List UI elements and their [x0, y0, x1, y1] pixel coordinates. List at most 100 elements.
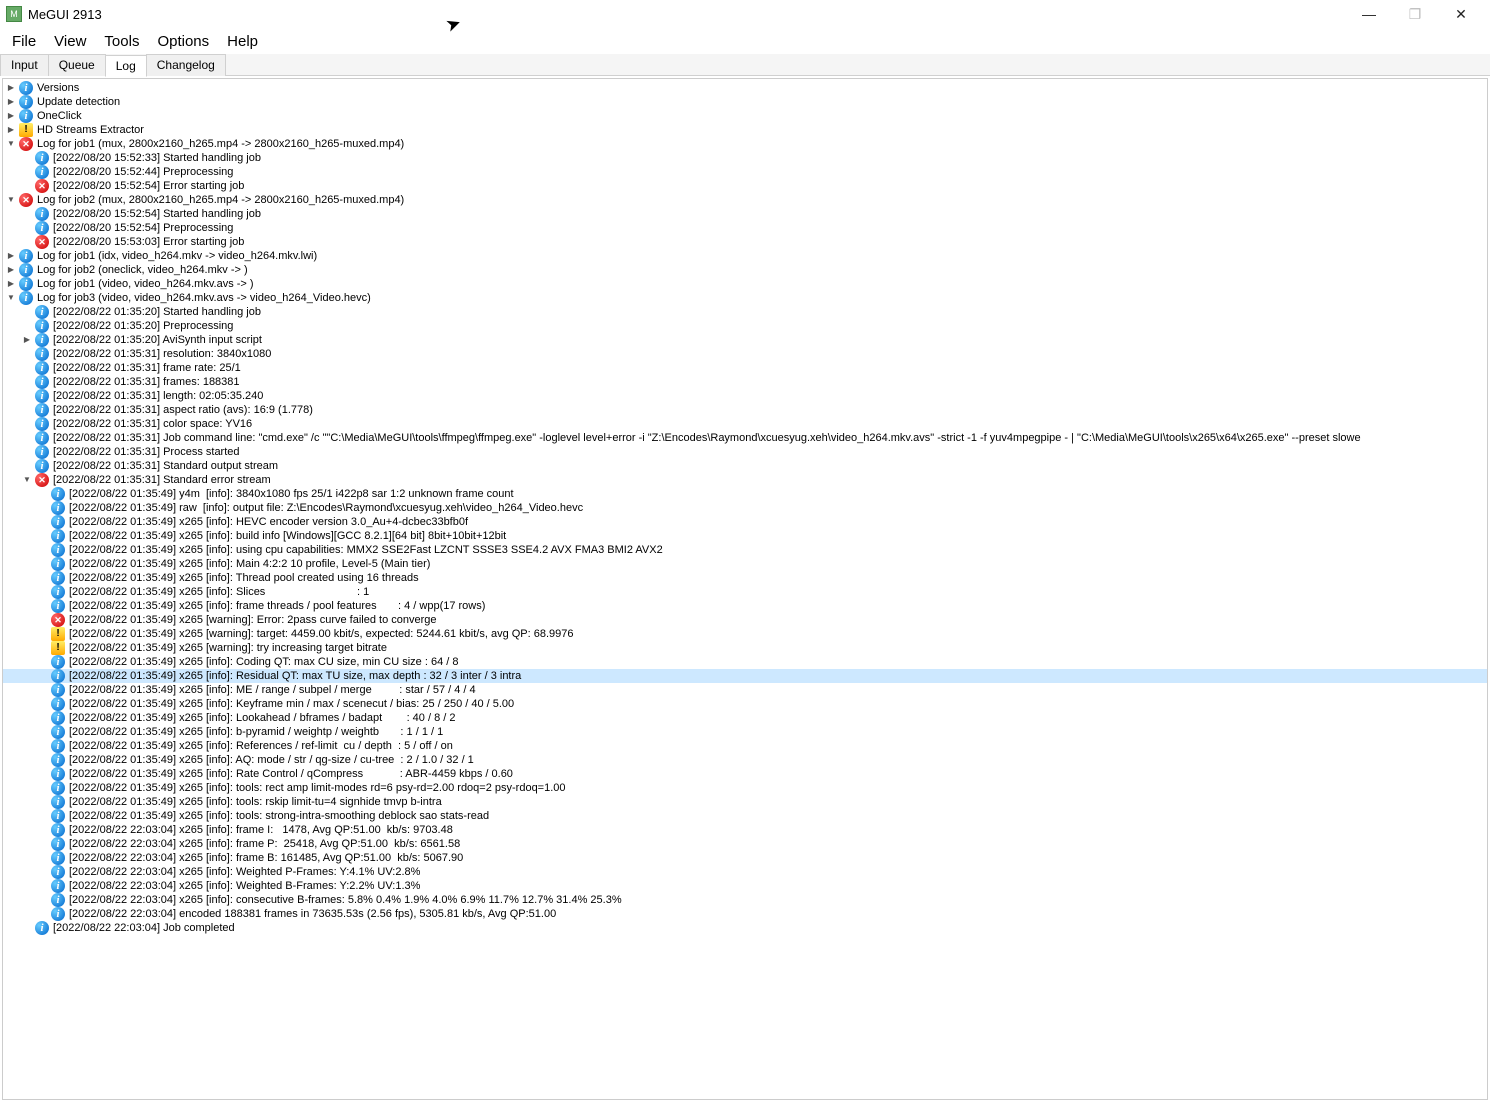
- menu-help[interactable]: Help: [219, 31, 266, 52]
- expand-icon[interactable]: [3, 109, 19, 123]
- log-row[interactable]: [2022/08/22 01:35:49] x265 [info]: Slice…: [3, 585, 1487, 599]
- info-icon: [51, 837, 65, 851]
- expand-icon[interactable]: [19, 333, 35, 347]
- log-row[interactable]: [2022/08/22 01:35:49] x265 [info]: AQ: m…: [3, 753, 1487, 767]
- log-row[interactable]: [2022/08/22 01:35:20] AviSynth input scr…: [3, 333, 1487, 347]
- log-row[interactable]: [2022/08/22 01:35:31] resolution: 3840x1…: [3, 347, 1487, 361]
- log-row[interactable]: [2022/08/22 22:03:04] x265 [info]: Weigh…: [3, 879, 1487, 893]
- log-row[interactable]: [2022/08/22 01:35:49] raw [info]: output…: [3, 501, 1487, 515]
- log-row[interactable]: [2022/08/22 01:35:31] frames: 188381: [3, 375, 1487, 389]
- log-row[interactable]: [2022/08/22 01:35:49] x265 [warning]: tr…: [3, 641, 1487, 655]
- tree-spacer: [35, 865, 51, 879]
- tab-queue[interactable]: Queue: [48, 54, 106, 76]
- collapse-icon[interactable]: [19, 473, 35, 487]
- menu-view[interactable]: View: [46, 31, 94, 52]
- expand-icon[interactable]: [3, 81, 19, 95]
- log-row[interactable]: [2022/08/20 15:52:44] Preprocessing: [3, 165, 1487, 179]
- log-row[interactable]: [2022/08/22 01:35:31] Standard error str…: [3, 473, 1487, 487]
- log-text: [2022/08/22 01:35:31] Standard output st…: [53, 459, 278, 473]
- log-row[interactable]: [2022/08/22 22:03:04] encoded 188381 fra…: [3, 907, 1487, 921]
- log-row[interactable]: Log for job2 (mux, 2800x2160_h265.mp4 ->…: [3, 193, 1487, 207]
- log-text: Log for job2 (mux, 2800x2160_h265.mp4 ->…: [37, 193, 404, 207]
- log-row[interactable]: [2022/08/22 01:35:49] x265 [info]: Codin…: [3, 655, 1487, 669]
- maximize-button[interactable]: ❐: [1392, 0, 1438, 28]
- log-row[interactable]: [2022/08/22 01:35:20] Preprocessing: [3, 319, 1487, 333]
- log-row[interactable]: [2022/08/20 15:52:33] Started handling j…: [3, 151, 1487, 165]
- log-row[interactable]: OneClick: [3, 109, 1487, 123]
- log-tree[interactable]: VersionsUpdate detectionOneClickHD Strea…: [2, 78, 1488, 1100]
- log-row[interactable]: Log for job1 (video, video_h264.mkv.avs …: [3, 277, 1487, 291]
- log-row[interactable]: Log for job1 (idx, video_h264.mkv -> vid…: [3, 249, 1487, 263]
- log-text: Versions: [37, 81, 79, 95]
- log-row[interactable]: [2022/08/22 22:03:04] x265 [info]: frame…: [3, 851, 1487, 865]
- log-row[interactable]: [2022/08/22 01:35:31] Standard output st…: [3, 459, 1487, 473]
- collapse-icon[interactable]: [3, 193, 19, 207]
- log-row[interactable]: [2022/08/22 01:35:31] length: 02:05:35.2…: [3, 389, 1487, 403]
- log-row[interactable]: [2022/08/22 01:35:49] x265 [info]: Threa…: [3, 571, 1487, 585]
- log-row[interactable]: [2022/08/22 01:35:49] x265 [info]: using…: [3, 543, 1487, 557]
- tab-changelog[interactable]: Changelog: [146, 54, 226, 76]
- log-row[interactable]: [2022/08/22 22:03:04] x265 [info]: frame…: [3, 837, 1487, 851]
- log-row[interactable]: [2022/08/20 15:52:54] Preprocessing: [3, 221, 1487, 235]
- log-row[interactable]: [2022/08/22 01:35:49] x265 [info]: Rate …: [3, 767, 1487, 781]
- log-row[interactable]: [2022/08/22 01:35:49] x265 [info]: frame…: [3, 599, 1487, 613]
- info-icon: [35, 305, 49, 319]
- tree-spacer: [19, 459, 35, 473]
- log-text: [2022/08/22 01:35:49] x265 [warning]: tr…: [69, 641, 387, 655]
- log-row[interactable]: [2022/08/22 01:35:49] x265 [info]: HEVC …: [3, 515, 1487, 529]
- collapse-icon[interactable]: [3, 291, 19, 305]
- expand-icon[interactable]: [3, 263, 19, 277]
- log-row[interactable]: [2022/08/22 01:35:49] x265 [info]: Resid…: [3, 669, 1487, 683]
- log-row[interactable]: [2022/08/22 01:35:49] x265 [info]: tools…: [3, 809, 1487, 823]
- log-row[interactable]: HD Streams Extractor: [3, 123, 1487, 137]
- log-row[interactable]: [2022/08/22 01:35:49] x265 [info]: Keyfr…: [3, 697, 1487, 711]
- log-row[interactable]: [2022/08/22 01:35:49] x265 [info]: build…: [3, 529, 1487, 543]
- tab-log[interactable]: Log: [105, 55, 147, 77]
- log-row[interactable]: [2022/08/22 22:03:04] x265 [info]: Weigh…: [3, 865, 1487, 879]
- log-row[interactable]: [2022/08/22 01:35:49] y4m [info]: 3840x1…: [3, 487, 1487, 501]
- expand-icon[interactable]: [3, 249, 19, 263]
- log-row[interactable]: [2022/08/22 01:35:49] x265 [warning]: Er…: [3, 613, 1487, 627]
- log-row[interactable]: [2022/08/22 01:35:49] x265 [info]: b-pyr…: [3, 725, 1487, 739]
- log-text: Log for job1 (video, video_h264.mkv.avs …: [37, 277, 254, 291]
- log-row[interactable]: [2022/08/22 01:35:49] x265 [info]: ME / …: [3, 683, 1487, 697]
- collapse-icon[interactable]: [3, 137, 19, 151]
- expand-icon[interactable]: [3, 277, 19, 291]
- log-row[interactable]: [2022/08/22 01:35:31] Process started: [3, 445, 1487, 459]
- log-row[interactable]: [2022/08/20 15:52:54] Started handling j…: [3, 207, 1487, 221]
- tree-spacer: [35, 501, 51, 515]
- log-row[interactable]: [2022/08/22 01:35:31] color space: YV16: [3, 417, 1487, 431]
- info-icon: [35, 347, 49, 361]
- info-icon: [35, 459, 49, 473]
- log-row[interactable]: [2022/08/22 01:35:49] x265 [info]: Refer…: [3, 739, 1487, 753]
- log-row[interactable]: [2022/08/22 01:35:31] aspect ratio (avs)…: [3, 403, 1487, 417]
- log-row[interactable]: [2022/08/22 22:03:04] Job completed: [3, 921, 1487, 935]
- log-row[interactable]: Log for job1 (mux, 2800x2160_h265.mp4 ->…: [3, 137, 1487, 151]
- menu-file[interactable]: File: [4, 31, 44, 52]
- tab-input[interactable]: Input: [0, 54, 49, 76]
- log-row[interactable]: [2022/08/22 01:35:49] x265 [info]: Looka…: [3, 711, 1487, 725]
- tree-spacer: [19, 375, 35, 389]
- minimize-button[interactable]: —: [1346, 0, 1392, 28]
- log-row[interactable]: [2022/08/20 15:53:03] Error starting job: [3, 235, 1487, 249]
- log-row[interactable]: [2022/08/22 01:35:49] x265 [info]: Main …: [3, 557, 1487, 571]
- log-row[interactable]: [2022/08/22 01:35:49] x265 [warning]: ta…: [3, 627, 1487, 641]
- log-row[interactable]: [2022/08/20 15:52:54] Error starting job: [3, 179, 1487, 193]
- log-row[interactable]: [2022/08/22 01:35:49] x265 [info]: tools…: [3, 795, 1487, 809]
- log-row[interactable]: Log for job2 (oneclick, video_h264.mkv -…: [3, 263, 1487, 277]
- close-button[interactable]: ✕: [1438, 0, 1484, 28]
- log-row[interactable]: Update detection: [3, 95, 1487, 109]
- log-row[interactable]: [2022/08/22 01:35:31] frame rate: 25/1: [3, 361, 1487, 375]
- log-row[interactable]: Versions: [3, 81, 1487, 95]
- log-row[interactable]: [2022/08/22 22:03:04] x265 [info]: frame…: [3, 823, 1487, 837]
- log-row[interactable]: [2022/08/22 01:35:49] x265 [info]: tools…: [3, 781, 1487, 795]
- menu-options[interactable]: Options: [149, 31, 217, 52]
- log-row[interactable]: [2022/08/22 01:35:31] Job command line: …: [3, 431, 1487, 445]
- log-row[interactable]: [2022/08/22 22:03:04] x265 [info]: conse…: [3, 893, 1487, 907]
- log-row[interactable]: Log for job3 (video, video_h264.mkv.avs …: [3, 291, 1487, 305]
- tree-spacer: [19, 305, 35, 319]
- expand-icon[interactable]: [3, 95, 19, 109]
- menu-tools[interactable]: Tools: [96, 31, 147, 52]
- expand-icon[interactable]: [3, 123, 19, 137]
- log-row[interactable]: [2022/08/22 01:35:20] Started handling j…: [3, 305, 1487, 319]
